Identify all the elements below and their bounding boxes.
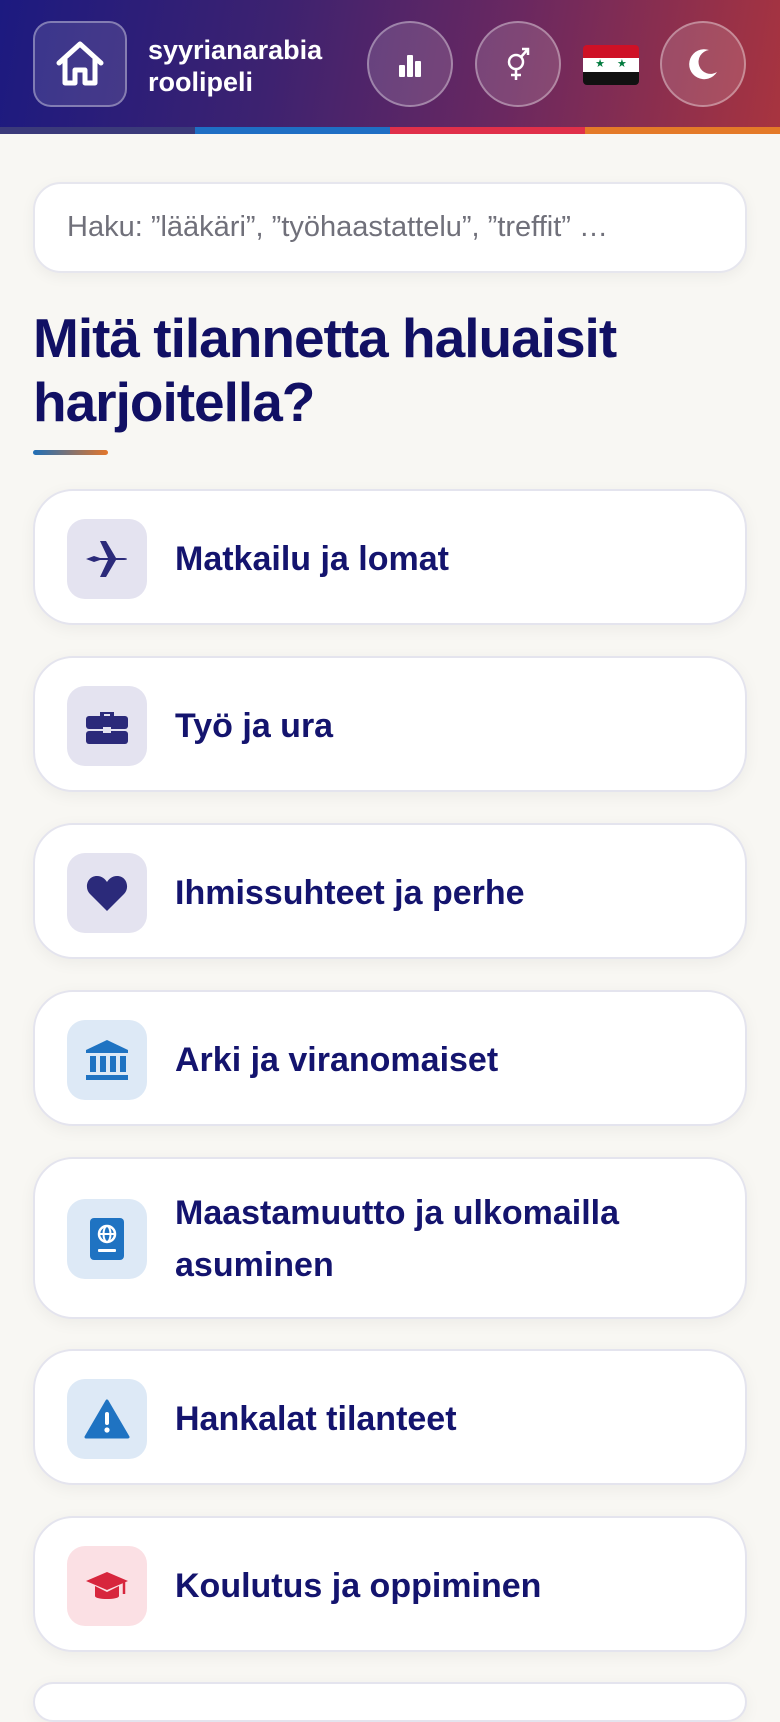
category-card-everyday[interactable]: Arki ja viranomaiset: [33, 990, 747, 1126]
category-icon-box: [67, 853, 147, 933]
heart-icon: [86, 876, 128, 911]
category-label: Hankalat tilanteet: [175, 1400, 457, 1438]
bank-icon: [86, 1040, 128, 1080]
category-label: Maastamuutto ja ulkomailla asuminen: [175, 1194, 619, 1284]
category-icon-box: [67, 1199, 147, 1279]
page-title: Mitä tilannetta haluaisit harjoitella?: [33, 306, 733, 434]
category-card-partial[interactable]: [33, 1682, 747, 1722]
gender-icon: [507, 47, 530, 80]
gender-button[interactable]: [475, 21, 561, 107]
search-input[interactable]: [67, 211, 713, 244]
app-title-line1: syyrianarabia: [148, 35, 323, 65]
category-card-relationships[interactable]: Ihmissuhteet ja perhe: [33, 823, 747, 959]
stats-button[interactable]: [367, 21, 453, 107]
home-button[interactable]: [33, 21, 127, 107]
page-title-line2: harjoitella?: [33, 371, 315, 433]
app-header: syyrianarabia roolipeli ★ ★: [0, 0, 780, 134]
app-title-line2: roolipeli: [148, 67, 254, 97]
category-icon-box: [67, 1546, 147, 1626]
category-label: Ihmissuhteet ja perhe: [175, 874, 525, 912]
syria-flag-icon[interactable]: ★ ★: [583, 45, 639, 85]
category-card-travel[interactable]: Matkailu ja lomat: [33, 489, 747, 625]
graduation-cap-icon: [86, 1572, 128, 1599]
search-bar[interactable]: [33, 182, 747, 273]
bar-chart-icon: [399, 55, 421, 77]
category-label: Arki ja viranomaiset: [175, 1041, 499, 1079]
moon-icon: [689, 49, 717, 80]
category-label: Koulutus ja oppiminen: [175, 1567, 542, 1605]
briefcase-icon: [86, 712, 128, 744]
title-underline: [33, 450, 108, 455]
airplane-icon: [86, 541, 127, 577]
app-title: syyrianarabia roolipeli: [148, 34, 348, 98]
category-icon-box: [67, 686, 147, 766]
category-icon-box: [67, 519, 147, 599]
warning-icon: [84, 1399, 130, 1439]
category-card-emigration[interactable]: Maastamuutto ja ulkomailla asuminen: [33, 1157, 747, 1319]
category-card-education[interactable]: Koulutus ja oppiminen: [33, 1516, 747, 1652]
category-label: Matkailu ja lomat: [175, 540, 449, 578]
category-icon-box: [67, 1020, 147, 1100]
category-card-work[interactable]: Työ ja ura: [33, 656, 747, 792]
home-icon: [56, 41, 104, 86]
category-icon-box: [67, 1379, 147, 1459]
category-card-difficult[interactable]: Hankalat tilanteet: [33, 1349, 747, 1485]
category-label: Työ ja ura: [175, 707, 334, 745]
passport-icon: [90, 1218, 124, 1260]
dark-mode-button[interactable]: [660, 21, 746, 107]
page-title-line1: Mitä tilannetta haluaisit: [33, 307, 617, 369]
header-color-stripe: [0, 127, 780, 134]
